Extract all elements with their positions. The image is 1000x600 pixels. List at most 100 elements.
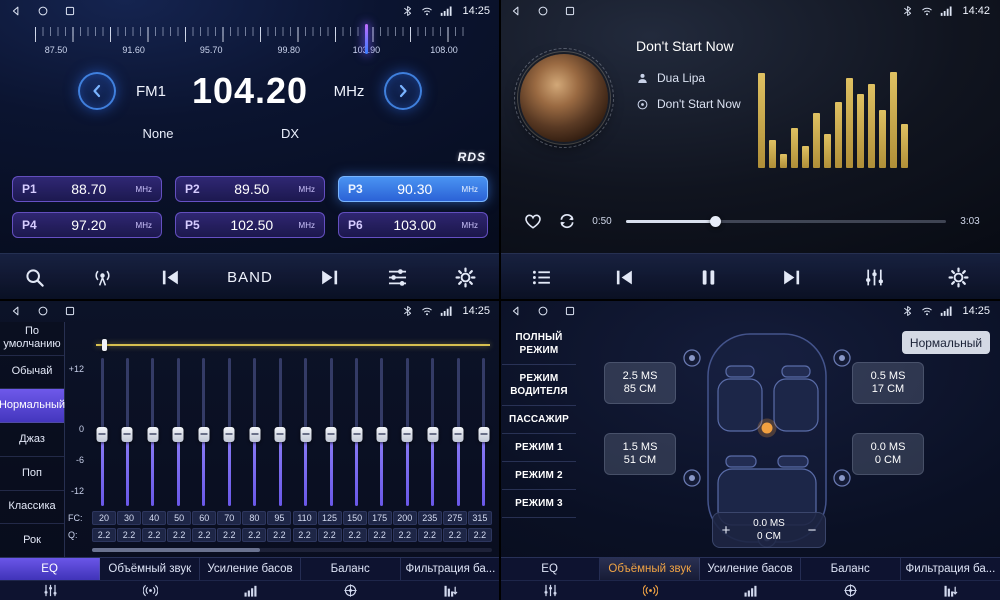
home-icon[interactable] [537,5,549,17]
fc-value[interactable]: 95 [267,511,291,525]
q-value[interactable]: 2.2 [167,528,191,542]
band-slider[interactable] [223,358,235,506]
progress-bar[interactable] [626,220,946,223]
master-level-slider[interactable] [96,344,490,346]
playlist-button[interactable] [525,260,559,294]
sound-tab[interactable]: Фильтрация ба... [901,558,1000,580]
band-slider[interactable] [325,358,337,506]
next-track-button[interactable] [775,260,809,294]
q-value[interactable]: 2.2 [418,528,442,542]
back-icon[interactable] [510,5,522,17]
band-slider[interactable] [351,358,363,506]
band-slider[interactable] [452,358,464,506]
preset-button[interactable]: P3 90.30 MHz [338,176,488,202]
eq-preset-item[interactable]: Поп [0,457,64,491]
q-value[interactable]: 2.2 [318,528,342,542]
preset-button[interactable]: P2 89.50 MHz [175,176,325,202]
band-knob[interactable] [147,427,158,442]
band-knob[interactable] [427,427,438,442]
eq-preset-item[interactable]: Классика [0,491,64,525]
pause-button[interactable] [691,260,725,294]
sound-tab[interactable]: Объёмный звук [600,558,700,580]
q-value[interactable]: 2.2 [117,528,141,542]
delay-front-left[interactable]: 2.5 MS 85 CM [604,362,676,404]
balance-tab-icon[interactable] [800,583,900,598]
fc-value[interactable]: 50 [167,511,191,525]
fc-value[interactable]: 200 [393,511,417,525]
band-slider[interactable] [172,358,184,506]
preset-button[interactable]: P1 88.70 MHz [12,176,162,202]
favorite-button[interactable] [522,210,544,232]
band-knob[interactable] [453,427,464,442]
band-knob[interactable] [402,427,413,442]
q-value[interactable]: 2.2 [267,528,291,542]
surround-tab-icon[interactable] [600,583,700,598]
band-knob[interactable] [122,427,133,442]
band-knob[interactable] [198,427,209,442]
home-icon[interactable] [37,305,49,317]
band-scrollbar[interactable] [92,548,492,552]
band-scroll-thumb[interactable] [92,548,260,552]
q-value[interactable]: 2.2 [142,528,166,542]
band-slider[interactable] [96,358,108,506]
recents-icon[interactable] [64,5,76,17]
fc-value[interactable]: 60 [192,511,216,525]
band-slider[interactable] [401,358,413,506]
recents-icon[interactable] [564,5,576,17]
q-value[interactable]: 2.2 [242,528,266,542]
bass-boost-tab-icon[interactable] [700,583,800,598]
balance-tab-icon[interactable] [300,583,400,598]
recents-icon[interactable] [564,305,576,317]
fc-value[interactable]: 175 [368,511,392,525]
band-slider[interactable] [427,358,439,506]
seek-up-button[interactable] [384,72,422,110]
settings-button[interactable] [449,260,483,294]
eq-preset-item[interactable]: Нормальный [0,389,64,423]
listening-mode-button[interactable]: ПАССАЖИР [502,406,576,434]
fc-value[interactable]: 30 [117,511,141,525]
q-value[interactable]: 2.2 [192,528,216,542]
audio-settings-button[interactable] [381,260,415,294]
q-value[interactable]: 2.2 [293,528,317,542]
band-slider[interactable] [198,358,210,506]
listening-mode-button[interactable]: ПОЛНЫЙ РЕЖИМ [502,324,576,365]
eq-preset-item[interactable]: Рок [0,524,64,558]
preset-button[interactable]: P6 103.00 MHz [338,212,488,238]
repeat-button[interactable] [556,210,578,232]
prev-preset-button[interactable] [153,260,187,294]
seek-down-button[interactable] [78,72,116,110]
sound-tab[interactable]: EQ [500,558,600,580]
bass-boost-tab-icon[interactable] [200,583,300,598]
q-value[interactable]: 2.2 [217,528,241,542]
sound-tab[interactable]: EQ [0,558,100,580]
fc-value[interactable]: 315 [468,511,492,525]
band-knob[interactable] [224,427,235,442]
band-slider[interactable] [249,358,261,506]
eq-button[interactable] [858,260,892,294]
prev-track-button[interactable] [608,260,642,294]
band-slider[interactable] [274,358,286,506]
band-knob[interactable] [173,427,184,442]
fc-value[interactable]: 150 [343,511,367,525]
master-knob[interactable] [102,339,107,351]
band-knob[interactable] [249,427,260,442]
fc-value[interactable]: 125 [318,511,342,525]
search-button[interactable] [17,260,51,294]
listening-mode-button[interactable]: РЕЖИМ 3 [502,490,576,518]
fc-value[interactable]: 235 [418,511,442,525]
home-icon[interactable] [537,305,549,317]
band-knob[interactable] [97,427,108,442]
q-value[interactable]: 2.2 [393,528,417,542]
q-value[interactable]: 2.2 [343,528,367,542]
eq-tab-icon[interactable] [500,583,600,598]
band-slider[interactable] [121,358,133,506]
q-value[interactable]: 2.2 [92,528,116,542]
band-knob[interactable] [478,427,489,442]
filter-tab-icon[interactable] [900,583,1000,598]
band-slider[interactable] [376,358,388,506]
band-slider[interactable] [147,358,159,506]
filter-tab-icon[interactable] [400,583,500,598]
band-knob[interactable] [326,427,337,442]
listening-mode-button[interactable]: РЕЖИМ ВОДИТЕЛЯ [502,365,576,406]
surround-tab-icon[interactable] [100,583,200,598]
